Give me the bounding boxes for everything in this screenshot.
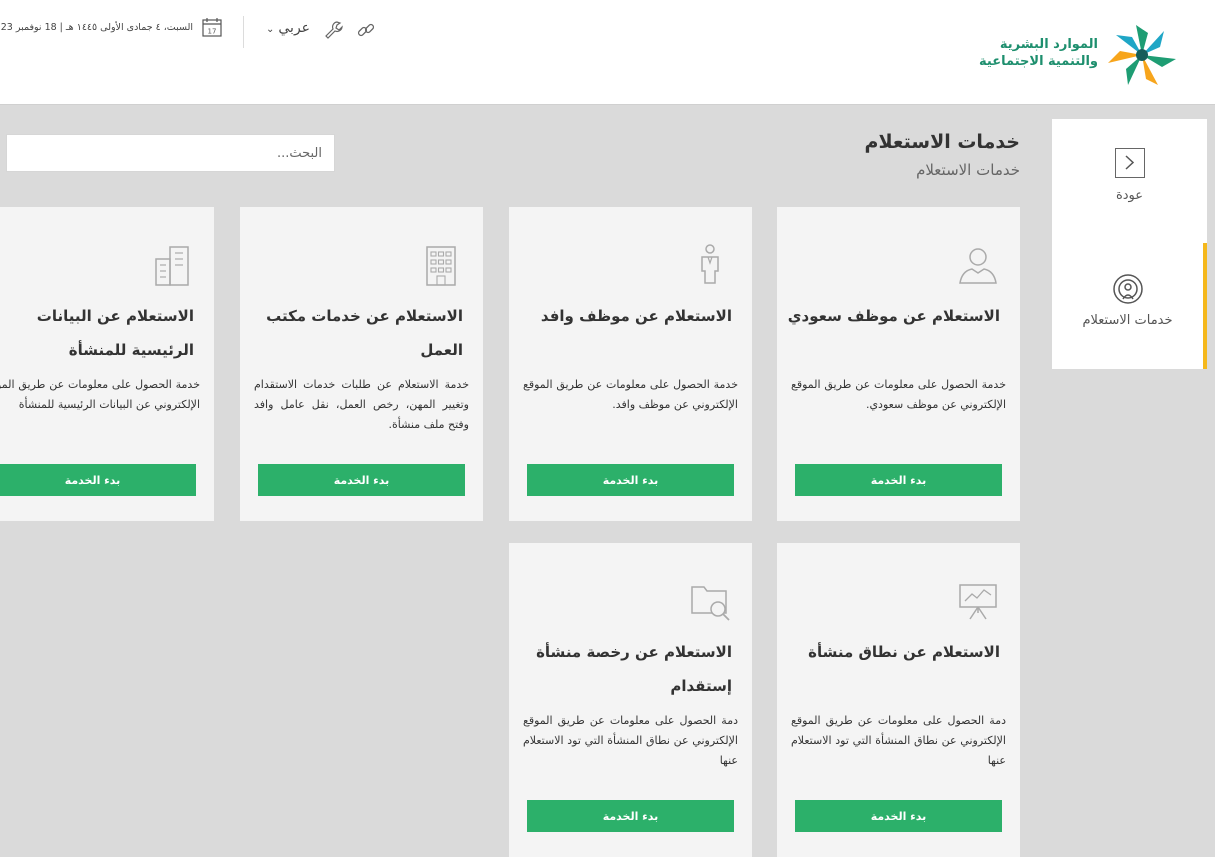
calendar-icon: 17 xyxy=(202,18,222,37)
card-description: خدمة الحصول على معلومات عن طريق الموقع ا… xyxy=(0,378,200,411)
language-label: عربي xyxy=(278,20,311,36)
card-title: الاستعلام عن البيانات الرئيسية للمنشأة xyxy=(36,307,194,359)
start-service-button[interactable]: بدء الخدمة xyxy=(795,800,1002,832)
service-card-establishment-data: الاستعلام عن البيانات الرئيسية للمنشأة خ… xyxy=(0,207,214,521)
calendar-day: 17 xyxy=(208,28,217,36)
service-card-establishment-range: الاستعلام عن نطاق منشأة دمة الحصول على م… xyxy=(777,543,1020,857)
card-title: الاستعلام عن موظف سعودي xyxy=(787,307,1000,325)
service-card-expat-employee: الاستعلام عن موظف وافد خدمة الحصول على م… xyxy=(509,207,752,521)
start-service-button[interactable]: بدء الخدمة xyxy=(527,800,734,832)
link-icon[interactable] xyxy=(356,20,376,40)
card-title: الاستعلام عن موظف وافد xyxy=(540,307,732,325)
service-card-labor-office: الاستعلام عن خدمات مكتب العمل خدمة الاست… xyxy=(240,207,483,521)
office-building-icon xyxy=(426,246,456,286)
logo-line-2: والتنمية الاجتماعية xyxy=(979,54,1098,69)
start-service-button[interactable]: بدء الخدمة xyxy=(795,464,1002,496)
language-selector[interactable]: ⌄ عربي xyxy=(266,20,310,36)
card-description: دمة الحصول على معلومات عن طريق الموقع ال… xyxy=(523,714,738,767)
buildings-icon xyxy=(155,246,189,286)
user-icon xyxy=(959,248,997,284)
back-button[interactable]: عودة xyxy=(1052,119,1207,243)
worker-icon xyxy=(701,244,719,284)
chevron-down-icon: ⌄ xyxy=(266,24,275,35)
service-card-saudi-employee: الاستعلام عن موظف سعودي خدمة الحصول على … xyxy=(777,207,1020,521)
logo-line-1: الموارد البشرية xyxy=(999,37,1098,52)
breadcrumb: خدمات الاستعلام xyxy=(916,161,1020,179)
top-header: الموارد البشرية والتنمية الاجتماعية السب… xyxy=(0,0,1215,105)
card-title: الاستعلام عن خدمات مكتب العمل xyxy=(266,307,463,359)
card-description: خدمة الحصول على معلومات عن طريق الموقع ا… xyxy=(791,378,1006,411)
presentation-chart-icon xyxy=(959,584,997,620)
sidebar-item-inquiry-services[interactable]: خدمات الاستعلام xyxy=(1052,243,1207,369)
card-title: الاستعلام عن نطاق منشأة xyxy=(808,643,1000,661)
service-card-recruitment-license: الاستعلام عن رخصة منشأة إستقدام دمة الحص… xyxy=(509,543,752,857)
ministry-logo[interactable]: الموارد البشرية والتنمية الاجتماعية xyxy=(978,22,1184,88)
card-description: خدمة الاستعلام عن طلبات خدمات الاستقدام … xyxy=(254,378,469,431)
date-display: السبت، ٤ جمادى الأولى ١٤٤٥ هـ | 18 نوفمب… xyxy=(0,14,225,44)
back-label: عودة xyxy=(1115,188,1144,203)
card-description: خدمة الحصول على معلومات عن طريق الموقع ا… xyxy=(523,378,738,411)
card-title: الاستعلام عن رخصة منشأة إستقدام xyxy=(536,643,732,695)
date-text: السبت، ٤ جمادى الأولى ١٤٤٥ هـ | 18 نوفمب… xyxy=(0,22,193,33)
start-service-button[interactable]: بدء الخدمة xyxy=(0,464,196,496)
search-input[interactable] xyxy=(6,134,335,172)
logo-text: الموارد البشرية والتنمية الاجتماعية xyxy=(978,36,1098,70)
inquiry-label: خدمات الاستعلام xyxy=(1082,313,1173,328)
logo-star-icon xyxy=(1108,25,1176,85)
card-description: دمة الحصول على معلومات عن طريق الموقع ال… xyxy=(791,714,1006,767)
broadcast-icon xyxy=(1112,274,1143,304)
start-service-button[interactable]: بدء الخدمة xyxy=(258,464,465,496)
page-title: خدمات الاستعلام xyxy=(864,131,1020,153)
side-menu: عودة خدمات الاستعلام xyxy=(1052,119,1207,369)
chevron-right-icon xyxy=(1114,148,1145,178)
wrench-icon[interactable] xyxy=(324,20,344,40)
start-service-button[interactable]: بدء الخدمة xyxy=(527,464,734,496)
header-divider xyxy=(243,16,244,48)
folder-search-icon xyxy=(691,586,730,621)
